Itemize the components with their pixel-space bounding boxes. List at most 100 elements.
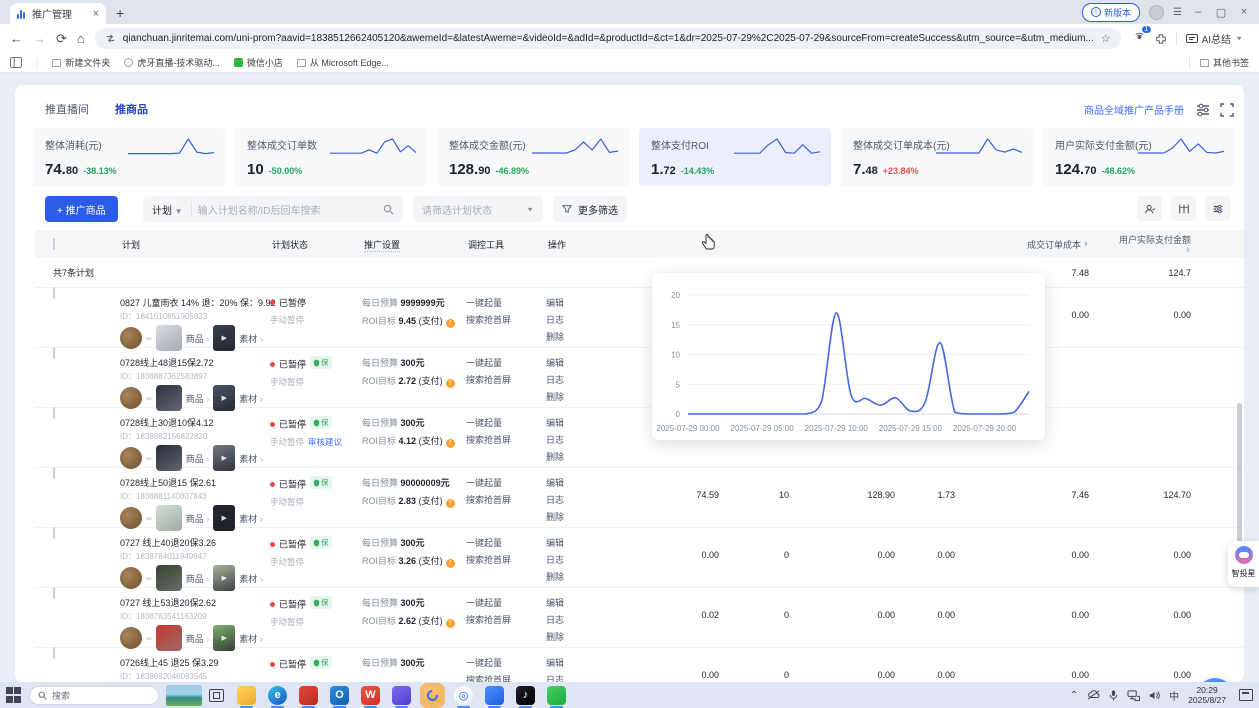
reload-icon[interactable]: ⟳ — [56, 31, 67, 47]
tab-live-room[interactable]: 推直播间 — [45, 101, 89, 117]
row-checkbox[interactable] — [53, 527, 55, 539]
microphone-icon[interactable] — [1109, 690, 1118, 701]
search-icon[interactable] — [383, 204, 394, 215]
taskbar-app-douyin[interactable]: ♪ — [516, 686, 535, 705]
bookmark-star-icon[interactable]: ☆ — [1101, 32, 1111, 45]
tool-link[interactable]: 一键起量 — [466, 296, 546, 309]
info-icon[interactable]: ! — [446, 559, 455, 568]
account-avatar[interactable] — [120, 627, 142, 649]
tool-link[interactable]: 一键起量 — [466, 416, 546, 429]
product-link[interactable]: 商品 › — [186, 332, 210, 345]
stat-card[interactable]: 整体成交订单成本(元)7.48+23.84% — [841, 128, 1033, 186]
action-link[interactable]: 编辑 — [546, 296, 603, 309]
new-tab-button[interactable]: + — [116, 5, 124, 24]
plan-title[interactable]: 0728线上50退15 保2.61 — [120, 476, 270, 489]
product-link[interactable]: 商品 › — [186, 452, 210, 465]
action-link[interactable]: 删除 — [546, 570, 603, 583]
onedrive-paused-icon[interactable] — [1087, 690, 1100, 700]
material-thumbnail[interactable] — [213, 325, 235, 351]
tool-link[interactable]: 搜索抢首屏 — [466, 673, 546, 682]
taskbar-search-box[interactable]: 搜索 — [29, 686, 159, 705]
row-checkbox[interactable] — [53, 287, 55, 299]
tool-link[interactable]: 搜索抢首屏 — [466, 553, 546, 566]
product-link[interactable]: 商品 › — [186, 392, 210, 405]
action-link[interactable]: 日志 — [546, 373, 603, 386]
plan-title[interactable]: 0727 线上40退20保3.26 — [120, 536, 270, 549]
product-link[interactable]: 商品 › — [186, 632, 210, 645]
sort-icon[interactable]: ▲▼ — [1083, 242, 1089, 248]
row-checkbox[interactable] — [53, 587, 55, 599]
taskbar-app-purple-app[interactable] — [392, 686, 411, 705]
action-link[interactable]: 编辑 — [546, 596, 603, 609]
ai-summary-button[interactable]: AI总结▼ — [1176, 31, 1243, 46]
vertical-scrollbar[interactable] — [1237, 403, 1242, 553]
stat-card[interactable]: 整体成交金额(元)128.90-46.89% — [437, 128, 629, 186]
search-type-select[interactable]: 计划 ▼ — [152, 202, 192, 217]
tool-link[interactable]: 一键起量 — [466, 356, 546, 369]
action-link[interactable]: 日志 — [546, 433, 603, 446]
bookmark-item[interactable]: 从 Microsoft Edge... — [297, 56, 389, 69]
action-link[interactable]: 编辑 — [546, 476, 603, 489]
taskbar-app-qianchuan-active[interactable] — [423, 686, 442, 705]
notification-center-icon[interactable] — [1239, 689, 1253, 701]
browser-profile-avatar[interactable] — [1149, 5, 1164, 20]
product-manual-link[interactable]: 商品全域推广产品手册 — [1084, 102, 1184, 117]
material-thumbnail[interactable] — [213, 565, 235, 591]
material-link[interactable]: 素材 › — [239, 452, 263, 465]
col-user-paid[interactable]: 用户实际支付金额▲▼ — [1111, 233, 1213, 256]
url-bar[interactable]: qianchuan.jinritemai.com/uni-prom?aavid=… — [95, 28, 1121, 49]
home-icon[interactable]: ⌂ — [77, 31, 85, 46]
material-link[interactable]: 素材 › — [239, 632, 263, 645]
info-icon[interactable]: ! — [446, 499, 455, 508]
account-avatar[interactable] — [120, 387, 142, 409]
tool-link[interactable]: 搜索抢首屏 — [466, 493, 546, 506]
material-link[interactable]: 素材 › — [239, 332, 263, 345]
material-link[interactable]: 素材 › — [239, 572, 263, 585]
stat-card[interactable]: 整体成交订单数10-50.00% — [235, 128, 427, 186]
fullscreen-icon[interactable] — [1218, 101, 1236, 119]
display-settings-icon[interactable] — [1194, 101, 1212, 119]
action-link[interactable]: 删除 — [546, 630, 603, 643]
extensions-puzzle-icon[interactable] — [1155, 33, 1167, 45]
tool-link[interactable]: 一键起量 — [466, 476, 546, 489]
other-bookmarks[interactable]: 其他书签 — [1189, 56, 1249, 69]
back-icon[interactable]: ← — [10, 31, 23, 46]
start-button[interactable] — [6, 687, 22, 703]
action-link[interactable]: 删除 — [546, 330, 603, 343]
col-overall[interactable]: 整体 — [1213, 238, 1244, 251]
task-view-icon[interactable] — [209, 689, 224, 702]
taskbar-app-outlook[interactable]: O — [330, 686, 349, 705]
plan-status-select[interactable]: 请筛选计划状态▼ — [413, 196, 543, 222]
col-settings[interactable]: 推广设置 — [362, 238, 466, 251]
row-checkbox[interactable] — [53, 647, 55, 659]
action-link[interactable]: 日志 — [546, 673, 603, 682]
window-close-button[interactable]: × — [1237, 6, 1251, 18]
extension-icon[interactable]: 1 — [1133, 30, 1146, 48]
material-thumbnail[interactable] — [213, 385, 235, 411]
action-link[interactable]: 日志 — [546, 493, 603, 506]
plan-title[interactable]: 0728线上30退10保4.12 — [120, 416, 270, 429]
tab-promote-product[interactable]: 推商品 — [115, 101, 148, 117]
browser-menu-icon[interactable]: ☰ — [1173, 7, 1182, 18]
account-avatar[interactable] — [120, 327, 142, 349]
stat-card[interactable]: 整体支付ROI1.72-14.43% — [639, 128, 831, 186]
action-link[interactable]: 编辑 — [546, 656, 603, 669]
info-icon[interactable]: ! — [446, 379, 455, 388]
plan-search-input[interactable]: 输入计划名称/ID后回车搜索 — [198, 202, 377, 217]
volume-icon[interactable] — [1149, 690, 1160, 701]
action-link[interactable]: 删除 — [546, 390, 603, 403]
material-thumbnail[interactable] — [213, 445, 235, 471]
stat-card[interactable]: 整体消耗(元)74.80-38.13% — [33, 128, 225, 186]
col-status[interactable]: 计划状态 — [270, 238, 362, 251]
col-actions[interactable]: 操作 — [546, 238, 603, 251]
action-link[interactable]: 编辑 — [546, 356, 603, 369]
tab-close-icon[interactable]: × — [93, 8, 99, 20]
action-link[interactable]: 日志 — [546, 613, 603, 626]
tool-link[interactable]: 搜索抢首屏 — [466, 433, 546, 446]
url-text[interactable]: qianchuan.jinritemai.com/uni-prom?aavid=… — [123, 33, 1094, 44]
weather-widget[interactable] — [166, 685, 202, 706]
row-checkbox[interactable] — [53, 407, 55, 419]
plan-title[interactable]: 0727 线上53退20保2.62 — [120, 596, 270, 609]
action-link[interactable]: 编辑 — [546, 416, 603, 429]
tool-link[interactable]: 一键起量 — [466, 596, 546, 609]
